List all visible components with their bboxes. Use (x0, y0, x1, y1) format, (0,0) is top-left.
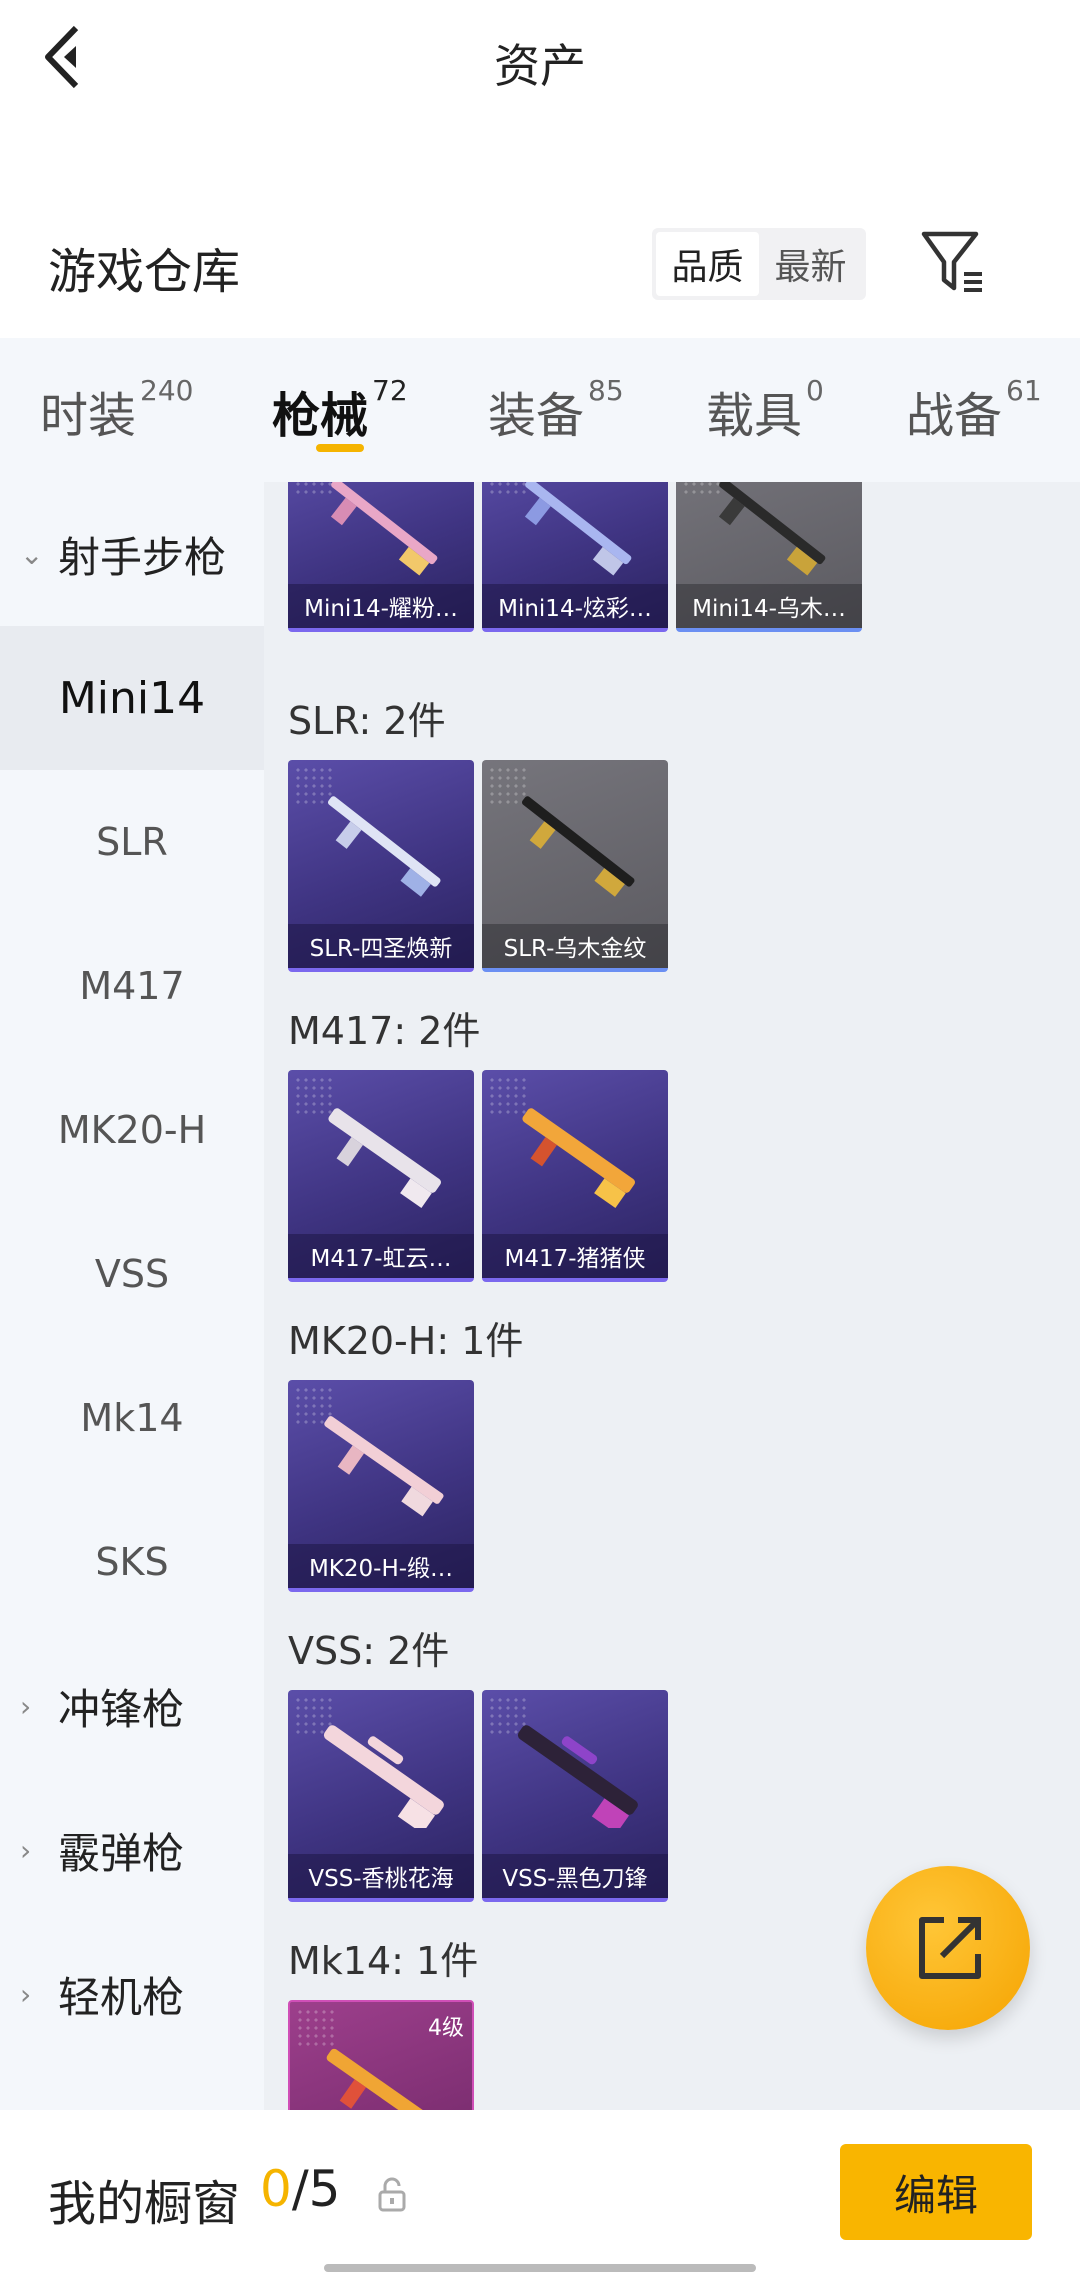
category-tabs: 时装 240 枪械 72 装备 85 载具 0 战备 61 (0, 338, 1080, 482)
weapon-card[interactable]: SLR-四圣焕新 (288, 760, 474, 972)
section-title-vss: VSS: 2件 (288, 1629, 450, 1673)
edit-button[interactable]: 编辑 (840, 2144, 1032, 2240)
showcase-count: 0/5 (260, 2160, 341, 2218)
share-button[interactable] (866, 1866, 1030, 2030)
warehouse-title: 游戏仓库 (48, 244, 241, 300)
section-title-m417: M417: 2件 (288, 1009, 481, 1053)
rifle-icon (323, 1725, 444, 1828)
section-title-mk14: Mk14: 1件 (288, 1939, 479, 1983)
weapon-card[interactable]: Mini14-乌木… (676, 482, 862, 632)
sidebar-item-mk14[interactable]: Mk14 (0, 1346, 264, 1490)
section-title-mk20h: MK20-H: 1件 (288, 1319, 524, 1363)
showcase-label: 我的橱窗 (48, 2176, 241, 2232)
tab-vehicles[interactable]: 载具 0 (706, 374, 824, 446)
sidebar-category-lmg[interactable]: › 轻机枪 (20, 1922, 184, 2066)
chevron-right-icon: › (20, 1833, 32, 1867)
weapon-card[interactable]: Mini14-耀粉… (288, 482, 474, 632)
weapon-card[interactable]: SLR-乌木金纹 (482, 760, 668, 972)
sidebar-item-mini14[interactable]: Mini14 (0, 626, 264, 770)
weapon-card[interactable]: VSS-黑色刀锋 (482, 1690, 668, 1902)
tab-weapons[interactable]: 枪械 72 (272, 374, 408, 446)
active-tab-indicator (316, 444, 364, 452)
sidebar-item-vss[interactable]: VSS (0, 1202, 264, 1346)
sidebar-category-smg[interactable]: › 冲锋枪 (20, 1634, 184, 1778)
showcase-bar: 我的橱窗 0/5 编辑 (0, 2110, 1080, 2277)
external-link-icon (919, 1917, 981, 1979)
rifle-icon (328, 1108, 441, 1208)
home-indicator (324, 2264, 756, 2272)
rifle-icon (718, 482, 826, 576)
rifle-icon (327, 796, 441, 897)
header: 资产 (0, 0, 1080, 130)
sort-toggle: 品质 最新 (652, 228, 866, 300)
weapon-card[interactable]: MK20-H-缎… (288, 1380, 474, 1592)
sort-newest-button[interactable]: 最新 (759, 232, 862, 296)
rifle-icon (522, 1108, 635, 1208)
sidebar-item-sks[interactable]: SKS (0, 1490, 264, 1634)
sidebar-item-slr[interactable]: SLR (0, 770, 264, 914)
rifle-icon (517, 1725, 638, 1828)
sidebar-category-marksman[interactable]: ⌄ 射手步枪 (20, 482, 226, 626)
sidebar: ⌄ 射手步枪 Mini14 SLR M417 MK20-H VSS Mk14 SK… (0, 482, 264, 2110)
weapon-card[interactable]: 4级 (288, 2000, 474, 2110)
level-badge: 4级 (428, 2016, 464, 2041)
tab-equipment[interactable]: 装备 85 (488, 374, 624, 446)
lock-icon (376, 2176, 408, 2212)
rifle-icon (326, 2048, 447, 2110)
tab-supplies[interactable]: 战备 61 (906, 374, 1042, 446)
chevron-right-icon: › (20, 1689, 32, 1723)
weapon-card[interactable]: VSS-香桃花海 (288, 1690, 474, 1902)
sidebar-category-shotgun[interactable]: › 霰弹枪 (20, 1778, 184, 1922)
weapon-card[interactable]: Mini14-炫彩… (482, 482, 668, 632)
chevron-down-icon: ⌄ (20, 537, 44, 571)
sort-quality-button[interactable]: 品质 (656, 232, 759, 296)
tab-fashion[interactable]: 时装 240 (40, 374, 193, 446)
rifle-icon (330, 482, 438, 576)
rifle-icon (324, 1416, 444, 1517)
section-title-slr: SLR: 2件 (288, 699, 446, 743)
chevron-right-icon: › (20, 1977, 32, 2011)
page-title: 资产 (494, 39, 586, 93)
rifle-icon (521, 796, 635, 897)
weapon-card[interactable]: M417-猪猪侠 (482, 1070, 668, 1282)
sidebar-item-m417[interactable]: M417 (0, 914, 264, 1058)
sidebar-item-mk20h[interactable]: MK20-H (0, 1058, 264, 1202)
weapon-card[interactable]: M417-虹云… (288, 1070, 474, 1282)
rifle-icon (524, 482, 632, 576)
filter-icon[interactable] (918, 226, 988, 296)
